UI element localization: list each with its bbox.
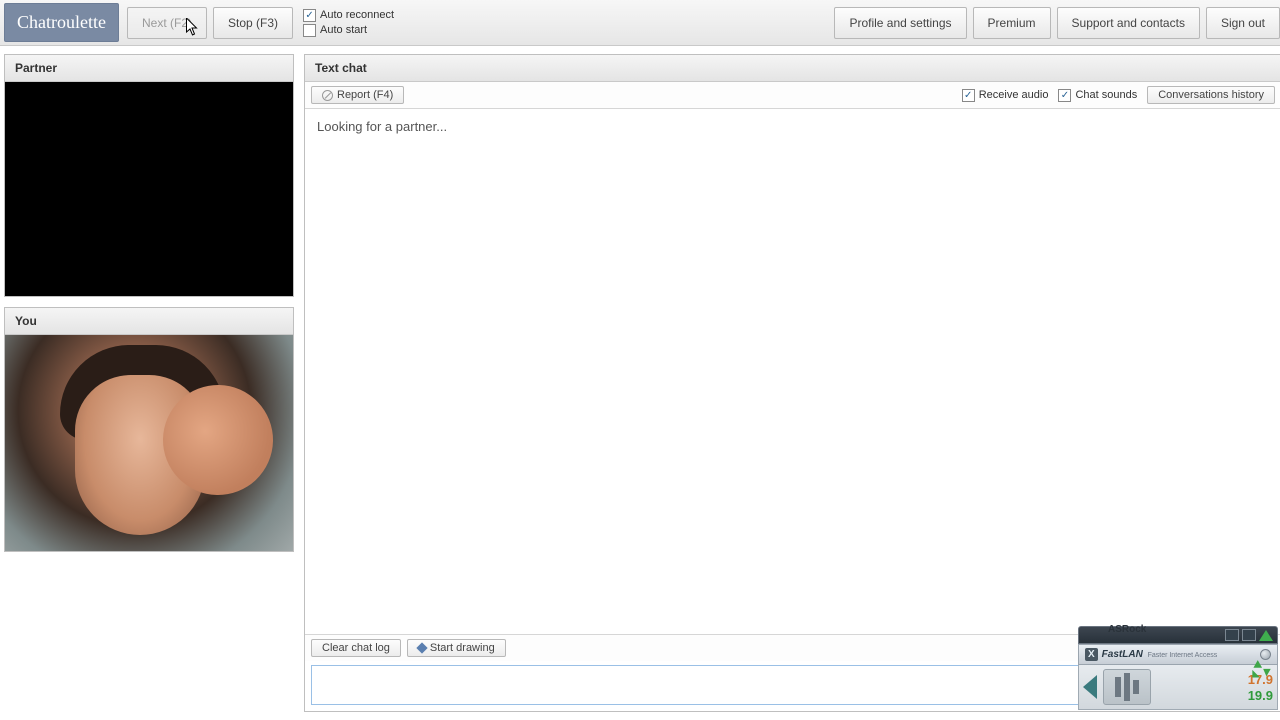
- partner-video[interactable]: [5, 82, 293, 296]
- chat-sounds-option[interactable]: ✓ Chat sounds: [1058, 89, 1137, 102]
- x-badge-icon: X: [1085, 648, 1098, 661]
- chat-panel-title: Text chat: [305, 55, 1280, 82]
- checkbox-icon[interactable]: ✓: [303, 9, 316, 22]
- recycle-icon[interactable]: [1248, 658, 1274, 684]
- upload-rate: 19.9: [1248, 688, 1273, 703]
- overlay-brand-top: ASRock: [1108, 624, 1146, 635]
- main-area: Partner You Text chat Report (F4) ✓: [0, 46, 1280, 712]
- conversations-history-button[interactable]: Conversations history: [1147, 86, 1275, 104]
- brand-logo: Chatroulette: [4, 3, 119, 42]
- auto-start-option[interactable]: Auto start: [303, 24, 394, 37]
- arrow-left-icon[interactable]: [1083, 675, 1097, 699]
- checkbox-icon[interactable]: ✓: [962, 89, 975, 102]
- checkbox-icon[interactable]: ✓: [1058, 89, 1071, 102]
- stop-button[interactable]: Stop (F3): [213, 7, 293, 39]
- chat-log[interactable]: Looking for a partner...: [305, 109, 1280, 634]
- overlay-button-icon[interactable]: [1242, 629, 1256, 641]
- start-drawing-label: Start drawing: [430, 642, 495, 654]
- prohibit-icon: [322, 90, 333, 101]
- autoconnect-options: ✓ Auto reconnect Auto start: [303, 9, 394, 37]
- triangle-up-icon[interactable]: [1259, 630, 1273, 641]
- top-toolbar: Chatroulette Next (F2) Stop (F3) ✓ Auto …: [0, 0, 1280, 46]
- next-button[interactable]: Next (F2): [127, 7, 207, 39]
- profile-settings-button[interactable]: Profile and settings: [834, 7, 966, 39]
- auto-start-label: Auto start: [320, 24, 367, 36]
- chat-toolbar: Report (F4) ✓ Receive audio ✓ Chat sound…: [305, 82, 1280, 109]
- text-chat-panel: Text chat Report (F4) ✓ Receive audio ✓ …: [304, 54, 1280, 712]
- overlay-brand-sub: Faster Internet Access: [1148, 652, 1218, 659]
- overlay-brand-text: FastLAN: [1102, 649, 1143, 660]
- partner-video-panel: Partner: [4, 54, 294, 297]
- auto-reconnect-label: Auto reconnect: [320, 9, 394, 21]
- start-drawing-button[interactable]: Start drawing: [407, 639, 506, 657]
- clear-chat-log-button[interactable]: Clear chat log: [311, 639, 401, 657]
- you-video-panel: You: [4, 307, 294, 552]
- overlay-button-icon[interactable]: [1225, 629, 1239, 641]
- checkbox-icon[interactable]: [303, 24, 316, 37]
- you-panel-title: You: [5, 308, 293, 335]
- chat-status-line: Looking for a partner...: [317, 119, 1269, 134]
- sign-out-button[interactable]: Sign out: [1206, 7, 1280, 39]
- auto-reconnect-option[interactable]: ✓ Auto reconnect: [303, 9, 394, 22]
- report-label: Report (F4): [337, 89, 393, 101]
- diamond-icon: [416, 642, 427, 653]
- chat-column: Text chat Report (F4) ✓ Receive audio ✓ …: [304, 54, 1280, 712]
- report-button[interactable]: Report (F4): [311, 86, 404, 104]
- receive-audio-option[interactable]: ✓ Receive audio: [962, 89, 1049, 102]
- support-contacts-button[interactable]: Support and contacts: [1057, 7, 1200, 39]
- xfastlan-overlay[interactable]: X FastLAN Faster Internet Access ASRock …: [1078, 626, 1278, 710]
- premium-button[interactable]: Premium: [973, 7, 1051, 39]
- self-video[interactable]: [5, 335, 293, 551]
- partner-panel-title: Partner: [5, 55, 293, 82]
- overlay-app-icon[interactable]: [1103, 669, 1151, 705]
- receive-audio-label: Receive audio: [979, 89, 1049, 101]
- chat-message-input[interactable]: [311, 665, 1181, 705]
- chat-sounds-label: Chat sounds: [1075, 89, 1137, 101]
- video-column: Partner You: [4, 54, 294, 712]
